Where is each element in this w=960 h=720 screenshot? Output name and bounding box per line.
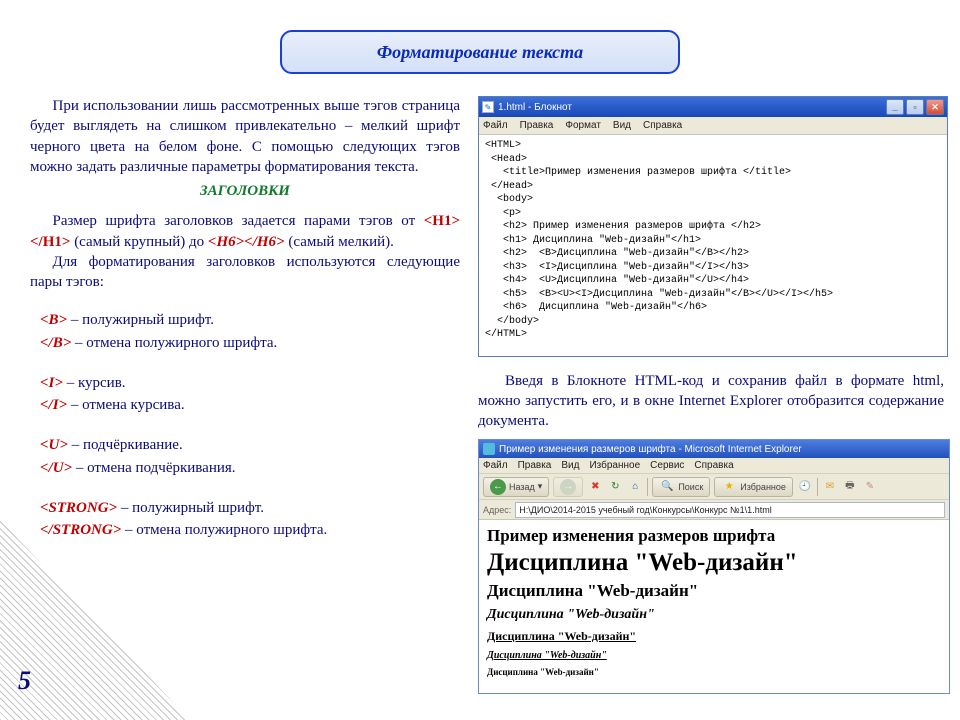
- forward-arrow-icon: →: [560, 479, 576, 495]
- dropdown-icon: ▾: [538, 481, 543, 492]
- page-title-text: Форматирование текста: [377, 42, 583, 63]
- i-open-desc: – курсив.: [63, 375, 126, 391]
- back-label: Назад: [509, 482, 535, 492]
- u-open-tag: <U>: [40, 437, 68, 453]
- page-number: 5: [18, 666, 31, 696]
- u-close-tag: </U>: [40, 460, 72, 476]
- b-open-tag: <B>: [40, 312, 67, 328]
- right-paragraph: Введя в Блокноте HTML-код и сохранив фай…: [478, 371, 944, 432]
- strong-open-tag: <STRONG>: [40, 500, 117, 516]
- edit-icon[interactable]: ✎: [862, 479, 878, 495]
- right-column: ✎ 1.html - Блокнот _ ▫ ✕ Файл Правка Фор…: [478, 96, 950, 694]
- ie-menu-tools[interactable]: Сервис: [650, 460, 684, 471]
- tag-list: <B> – полужирный шрифт. </B> – отмена по…: [40, 310, 460, 540]
- ie-titlebar: Пример изменения размеров шрифта - Micro…: [479, 440, 949, 458]
- ie-toolbar: ←Назад▾ → ✖ ↻ ⌂ 🔍Поиск ★Избранное 🕘 ✉ 🖶 …: [479, 474, 949, 500]
- p2b: (самый крупный) до: [70, 234, 207, 250]
- menu-file[interactable]: Файл: [483, 120, 508, 131]
- left-column: При использовании лишь рассмотренных выш…: [30, 96, 460, 542]
- rendered-h1: Дисциплина "Web-дизайн": [487, 549, 941, 577]
- rendered-h2-bold: Дисциплина "Web-дизайн": [487, 581, 941, 601]
- headings-paragraph: Размер шрифта заголовков задается парами…: [30, 211, 460, 252]
- notepad-title-text: 1.html - Блокнот: [498, 102, 572, 113]
- back-button[interactable]: ←Назад▾: [483, 477, 549, 497]
- i-close-desc: – отмена курсива.: [67, 397, 185, 413]
- strong-close-desc: – отмена полужирного шрифта.: [121, 522, 327, 538]
- rendered-h6: Дисциплина "Web-дизайн": [487, 667, 941, 677]
- rendered-h2: Пример изменения размеров шрифта: [487, 526, 941, 546]
- mail-icon[interactable]: ✉: [822, 479, 838, 495]
- ie-menu-file[interactable]: Файл: [483, 460, 508, 471]
- headings-title: ЗАГОЛОВКИ: [30, 181, 460, 201]
- i-open-tag: <I>: [40, 375, 63, 391]
- ie-menu-view[interactable]: Вид: [561, 460, 579, 471]
- search-label: Поиск: [678, 482, 703, 492]
- ie-menu-fav[interactable]: Избранное: [589, 460, 640, 471]
- intro-paragraph: При использовании лишь рассмотренных выш…: [30, 96, 460, 177]
- forward-button[interactable]: →: [553, 477, 583, 497]
- ie-menu-help[interactable]: Справка: [694, 460, 733, 471]
- star-icon: ★: [721, 479, 737, 495]
- format-paragraph: Для форматирования заголовков используют…: [30, 252, 460, 293]
- stop-icon[interactable]: ✖: [587, 479, 603, 495]
- rendered-h3: Дисциплина "Web-дизайн": [487, 607, 941, 623]
- ie-icon: [483, 443, 495, 455]
- close-button[interactable]: ✕: [926, 99, 944, 115]
- ie-menu: Файл Правка Вид Избранное Сервис Справка: [479, 458, 949, 474]
- p2c: (самый мелкий).: [285, 234, 394, 250]
- notepad-body[interactable]: <HTML> <Head> <title>Пример изменения ра…: [479, 135, 947, 356]
- i-close-tag: </I>: [40, 397, 67, 413]
- address-label: Адрес:: [483, 505, 511, 515]
- notepad-titlebar: ✎ 1.html - Блокнот _ ▫ ✕: [479, 97, 947, 117]
- u-open-desc: – подчёркивание.: [68, 437, 183, 453]
- b-close-tag: </B>: [40, 335, 71, 351]
- rendered-h5: Дисциплина "Web-дизайн": [487, 650, 941, 661]
- h6-tag: <H6></H6>: [208, 234, 285, 250]
- menu-view[interactable]: Вид: [613, 120, 631, 131]
- ie-page-body: Пример изменения размеров шрифта Дисципл…: [479, 520, 949, 693]
- rendered-h4: Дисциплина "Web-дизайн": [487, 629, 941, 644]
- p2a: Размер шрифта заголовков задается парами…: [53, 213, 424, 229]
- b-open-desc: – полужирный шрифт.: [67, 312, 214, 328]
- search-icon: 🔍: [659, 479, 675, 495]
- minimize-button[interactable]: _: [886, 99, 904, 115]
- back-arrow-icon: ←: [490, 479, 506, 495]
- strong-open-desc: – полужирный шрифт.: [117, 500, 264, 516]
- ie-window: Пример изменения размеров шрифта - Micro…: [478, 439, 950, 694]
- menu-edit[interactable]: Правка: [520, 120, 554, 131]
- strong-close-tag: </STRONG>: [40, 522, 121, 538]
- notepad-icon: ✎: [482, 101, 494, 113]
- b-close-desc: – отмена полужирного шрифта.: [71, 335, 277, 351]
- ie-address-bar: Адрес: H:\ДИО\2014-2015 учебный год\Конк…: [479, 500, 949, 520]
- home-icon[interactable]: ⌂: [627, 479, 643, 495]
- menu-format[interactable]: Формат: [565, 120, 601, 131]
- maximize-button[interactable]: ▫: [906, 99, 924, 115]
- search-button[interactable]: 🔍Поиск: [652, 477, 710, 497]
- refresh-icon[interactable]: ↻: [607, 479, 623, 495]
- page-title-banner: Форматирование текста: [280, 30, 680, 74]
- fav-label: Избранное: [740, 482, 786, 492]
- notepad-window: ✎ 1.html - Блокнот _ ▫ ✕ Файл Правка Фор…: [478, 96, 948, 357]
- print-icon[interactable]: 🖶: [842, 479, 858, 495]
- ie-title-text: Пример изменения размеров шрифта - Micro…: [499, 444, 802, 455]
- menu-help[interactable]: Справка: [643, 120, 682, 131]
- address-field[interactable]: H:\ДИО\2014-2015 учебный год\Конкурсы\Ко…: [515, 502, 945, 518]
- favorites-button[interactable]: ★Избранное: [714, 477, 793, 497]
- notepad-menu: Файл Правка Формат Вид Справка: [479, 117, 947, 135]
- ie-menu-edit[interactable]: Правка: [518, 460, 552, 471]
- history-icon[interactable]: 🕘: [797, 479, 813, 495]
- u-close-desc: – отмена подчёркивания.: [72, 460, 235, 476]
